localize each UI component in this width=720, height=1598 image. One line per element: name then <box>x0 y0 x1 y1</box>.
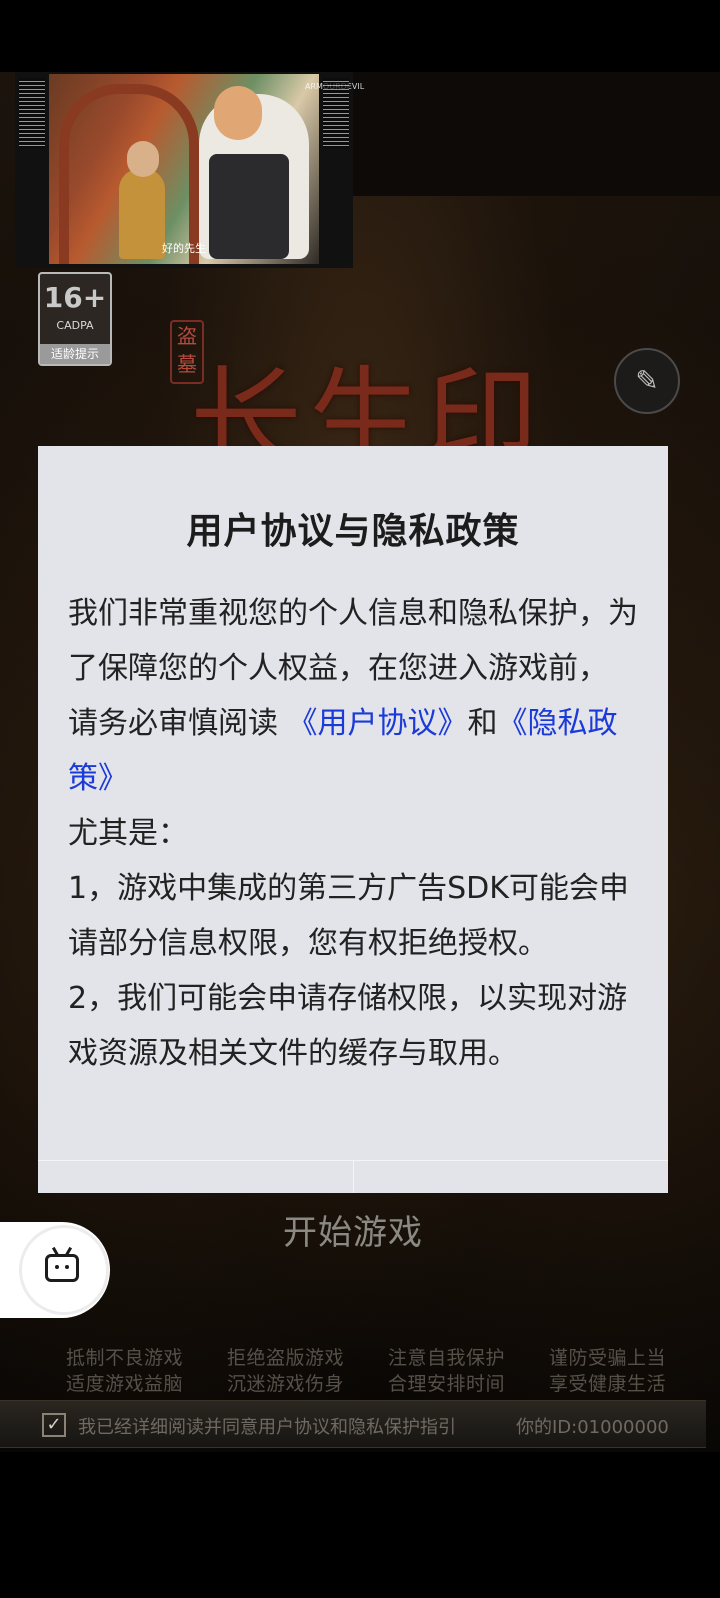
agreement-text[interactable]: 我已经详细阅读并同意用户协议和隐私保护指引 <box>78 1413 456 1439</box>
read-prompt: 请务必审慎阅读 <box>68 706 278 741</box>
age-rating: 16+ <box>43 281 107 314</box>
dialog-item-2: 2，我们可能会申请存储权限，以实现对游戏资源及相关文件的缓存与取用。 <box>68 981 628 1071</box>
status-bar <box>0 0 720 72</box>
video-side-text-left <box>19 78 45 148</box>
disagree-button[interactable] <box>38 1161 354 1193</box>
game-logo: 盗墓 长生印 <box>170 320 640 486</box>
agree-button[interactable] <box>353 1161 668 1193</box>
advice-text: 享受健康生活 <box>548 1373 666 1395</box>
advice-text: 注意自我保护 <box>387 1347 505 1369</box>
dark-strip <box>350 72 720 196</box>
dialog-item-1: 1，游戏中集成的第三方广告SDK可能会申请部分信息权限，您有权拒绝授权。 <box>68 871 629 961</box>
agreement-bar: ✓ 我已经详细阅读并同意用户协议和隐私保护指引 你的ID:01000000 <box>0 1400 706 1448</box>
user-id: 你的ID:01000000 <box>516 1417 669 1438</box>
advice-text: 合理安排时间 <box>387 1373 505 1395</box>
big-man-character <box>199 86 309 259</box>
age-rating-org: CADPA <box>56 319 94 332</box>
floating-widget[interactable] <box>0 1222 110 1318</box>
bottom-area <box>0 1452 720 1598</box>
advice-text: 沉迷游戏伤身 <box>226 1373 344 1395</box>
user-agreement-link[interactable]: 《用户协议》 <box>288 706 468 741</box>
advice-text: 谨防受骗上当 <box>548 1347 666 1369</box>
start-game-button[interactable]: 开始游戏 <box>0 1205 706 1254</box>
and-text: 和 <box>467 706 498 741</box>
health-advice-row-1: 抵制不良游戏 拒绝盗版游戏 注意自我保护 谨防受骗上当 <box>66 1345 666 1371</box>
age-rating-tip: 适龄提示 <box>40 344 110 364</box>
video-pip[interactable]: ARMOURDEVIL 好的先生 <box>15 72 364 268</box>
health-advice-row-2: 适度游戏益脑 沉迷游戏伤身 合理安排时间 享受健康生活 <box>66 1371 666 1397</box>
privacy-dialog: 用户协议与隐私政策 我们非常重视您的个人信息和隐私保护，为了保障您的个人权益，在… <box>38 446 668 1193</box>
age-rating-badge: 16+ CADPA 适龄提示 <box>38 272 112 366</box>
advice-text: 适度游戏益脑 <box>66 1373 184 1395</box>
dialog-especially: 尤其是： <box>68 816 188 851</box>
health-advice: 抵制不良游戏 拒绝盗版游戏 注意自我保护 谨防受骗上当 适度游戏益脑 沉迷游戏伤… <box>66 1345 666 1397</box>
dialog-button-row <box>38 1160 668 1193</box>
dialog-body: 我们非常重视您的个人信息和隐私保护，为了保障您的个人权益，在您进入游戏前， 请务… <box>68 586 653 1081</box>
advice-text: 拒绝盗版游戏 <box>226 1347 344 1369</box>
video-subtitle: 好的先生 <box>162 242 206 255</box>
dialog-paragraph-2: 请务必审慎阅读 《用户协议》和《隐私政策》 <box>68 696 653 806</box>
bilibili-tv-icon[interactable] <box>45 1254 79 1282</box>
video-side-text-right <box>323 78 349 148</box>
notepad-icon[interactable]: ✎ <box>614 348 680 414</box>
video-frame: ARMOURDEVIL 好的先生 <box>49 74 364 264</box>
dialog-title: 用户协议与隐私政策 <box>186 511 520 552</box>
dialog-paragraph-1: 我们非常重视您的个人信息和隐私保护，为了保障您的个人权益，在您进入游戏前， <box>68 596 638 686</box>
advice-text: 抵制不良游戏 <box>66 1347 184 1369</box>
agreement-checkbox[interactable]: ✓ <box>42 1413 66 1437</box>
